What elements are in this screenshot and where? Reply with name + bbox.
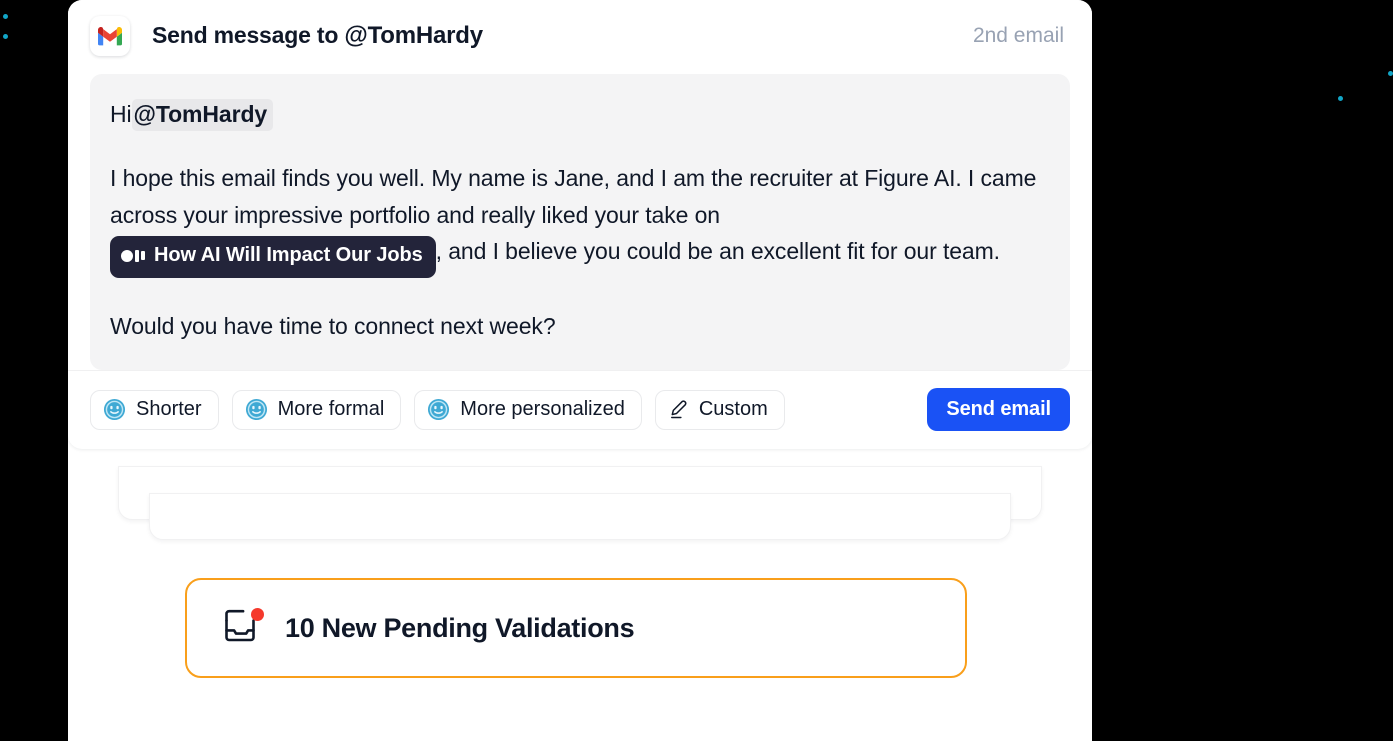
topic-chip-label: How AI Will Impact Our Jobs (154, 244, 423, 267)
ai-face-icon (103, 398, 126, 421)
tone-button-label: Shorter (136, 398, 202, 421)
email-composer-card: Send message to @TomHardy 2nd email Hi@T… (68, 0, 1092, 450)
card-stack-layer (149, 493, 1011, 540)
composer-title-prefix: Send message to (152, 22, 339, 48)
pencil-icon (668, 399, 689, 420)
send-email-button[interactable]: Send email (927, 388, 1070, 432)
tone-button-label: Custom (698, 398, 768, 421)
tone-button-label: More personalized (460, 398, 625, 421)
notification-dot-icon (251, 608, 264, 621)
greeting-prefix: Hi (110, 101, 132, 127)
sparkle-decoration-icon (3, 14, 8, 19)
topic-chip[interactable]: How AI Will Impact Our Jobs (110, 236, 436, 278)
composer-title: Send message to @TomHardy (152, 22, 483, 50)
tone-button-custom[interactable]: Custom (654, 389, 785, 430)
inbox-icon (221, 608, 265, 648)
composer-header: Send message to @TomHardy 2nd email (68, 0, 1092, 70)
composer-toolbar: Shorter More formal More personalized Cu… (68, 370, 1092, 449)
paragraph-1-text-after: , and I believe you could be an excellen… (435, 237, 1000, 264)
gmail-icon (90, 16, 130, 56)
sparkle-decoration-icon (1388, 71, 1393, 76)
email-sequence-label: 2nd email (972, 24, 1064, 47)
sparkle-decoration-icon (1338, 96, 1343, 101)
recipient-handle: @TomHardy (344, 22, 483, 49)
sparkle-decoration-icon (3, 34, 8, 39)
media-glyph-icon (121, 249, 145, 262)
tone-button-label: More formal (277, 398, 385, 421)
email-body[interactable]: Hi@TomHardy I hope this email finds you … (90, 74, 1070, 371)
ai-face-icon (245, 398, 268, 421)
email-paragraph-1: I hope this email finds you well. My nam… (110, 160, 1050, 278)
app-root: Send message to @TomHardy 2nd email Hi@T… (0, 0, 1393, 741)
ai-face-icon (427, 398, 450, 421)
pending-validations-card[interactable]: 10 New Pending Validations (185, 578, 967, 678)
paragraph-1-text-before: I hope this email finds you well. My nam… (110, 165, 1037, 228)
mention-chip[interactable]: @TomHardy (131, 99, 274, 131)
tone-button-more-formal[interactable]: More formal (231, 389, 402, 430)
pending-validations-label: 10 New Pending Validations (285, 612, 635, 643)
tone-button-more-personalized[interactable]: More personalized (414, 389, 642, 430)
tone-button-shorter[interactable]: Shorter (90, 389, 219, 430)
email-paragraph-2: Would you have time to connect next week… (110, 312, 556, 339)
email-greeting: Hi@TomHardy (110, 96, 1050, 132)
